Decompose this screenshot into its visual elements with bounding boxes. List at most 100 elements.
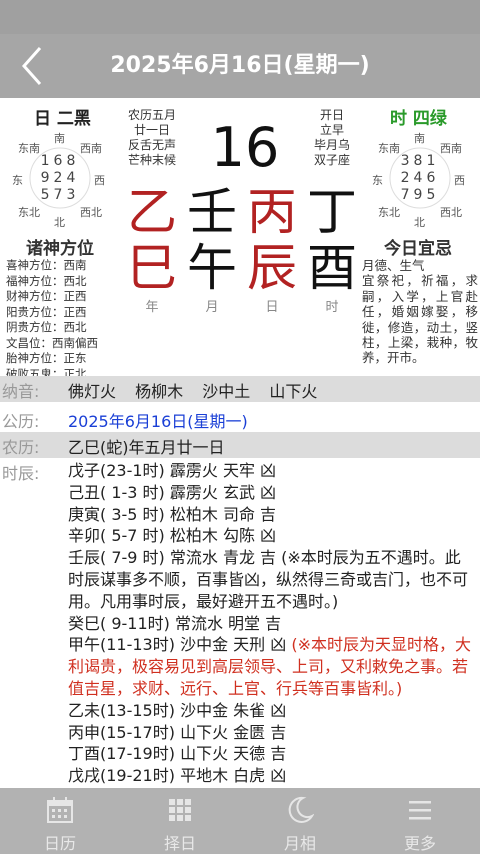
daily-auspicious-title: 今日宜忌	[384, 239, 452, 259]
ganzhi-year-stem: 乙	[127, 183, 177, 241]
calendar-icon	[47, 797, 73, 823]
column-label-month: 月	[205, 300, 219, 315]
shichen-list: 戊子(23-1时) 霹雳火 天牢 凶己丑( 1-3 时) 霹雳火 玄武 凶庚寅(…	[68, 460, 472, 787]
tab-more[interactable]: 更多	[360, 788, 480, 854]
nayin-hour: 山下火	[269, 382, 318, 401]
day-star-label: 日 二黑	[34, 109, 91, 129]
grid-row: 381	[400, 153, 440, 169]
chevron-left-icon	[21, 47, 42, 85]
tab-moon-phase[interactable]: 月相	[240, 788, 360, 854]
nayin-label: 纳音:	[2, 382, 40, 401]
star-grid: 168 924 573	[35, 153, 85, 204]
back-button[interactable]	[14, 44, 54, 88]
day-category: 立早	[319, 123, 344, 137]
grid-icon	[169, 799, 191, 821]
shichen-line: 甲午(11-13时) 沙中金 天刑 凶 (※本时辰为天显时格，大利谒贵，极容易见…	[68, 634, 472, 699]
ganzhi-year-branch: 巳	[127, 239, 177, 297]
shichen-line: 戊戌(19-21时) 平地木 白虎 凶	[68, 765, 472, 787]
gregorian-label: 公历:	[2, 412, 40, 431]
phenology: 反舌无声	[127, 138, 176, 152]
grid-row: 168	[40, 153, 80, 169]
shichen-label: 时辰:	[2, 464, 40, 483]
nayin-values: 佛灯火 杨柳木 沙中土 山下火	[68, 378, 331, 402]
daily-auspicious-text: 月德、生气 宜祭祀，祈福，求嗣，入学，上官赴任，婚姻嫁娶，移徙，修造，动土，竖柱…	[362, 258, 478, 366]
shichen-text: 戊子(23-1时) 霹雳火 天牢 凶	[68, 461, 277, 480]
list-item: 文昌位：西南偏西	[6, 335, 98, 350]
shichen-line: 丙申(15-17时) 山下火 金匮 吉	[68, 722, 472, 744]
nayin-year: 佛灯火	[68, 382, 117, 401]
shichen-text: 丁酉(17-19时) 山下火 天德 吉	[68, 744, 287, 764]
ganzhi-day-branch: 辰	[247, 239, 297, 297]
lunar-row: 农历: 乙巳(蛇)年五月廿一日	[0, 432, 480, 458]
shichen-text: 甲午(11-13时) 沙中金 天刑 凶	[68, 635, 287, 655]
nayin-month: 杨柳木	[135, 382, 184, 401]
shichen-text: 乙未(13-15时) 沙中金 朱雀 凶	[68, 700, 287, 720]
dir-label: 南	[414, 132, 425, 145]
ganzhi-hour-stem: 丁	[307, 183, 357, 241]
dir-label: 南	[54, 132, 65, 145]
shichen-line: 壬辰( 7-9 时) 常流水 青龙 吉 (※本时辰为五不遇时。此时辰谋事多不顺，…	[68, 547, 472, 612]
menu-icon	[409, 801, 431, 820]
dir-label: 北	[54, 216, 65, 229]
list-item: 喜神方位：西南	[6, 258, 87, 272]
page-title: 2025年6月16日(星期一)	[110, 53, 370, 78]
shichen-line: 丁酉(17-19时) 山下火 天德 吉	[68, 743, 472, 765]
column-label-year: 年	[145, 300, 159, 315]
dir-label: 西北	[80, 206, 102, 219]
moon-icon	[288, 796, 314, 823]
dir-label: 西	[94, 174, 105, 187]
dir-label: 东北	[378, 206, 400, 219]
dir-label: 西	[454, 174, 465, 187]
lunar-date: 乙巳(蛇)年五月廿一日	[68, 438, 225, 457]
shichen-line: 己丑( 1-3 时) 霹雳火 玄武 凶	[68, 482, 472, 504]
dir-label: 东	[372, 174, 383, 187]
list-item: 财神方位：正西	[6, 289, 87, 303]
gregorian-row: 公历: 2025年6月16日(星期一)	[0, 406, 480, 432]
tab-date-selection[interactable]: 择日	[120, 788, 240, 854]
almanac-top: 日 二黑 时 四绿 东南 南 西南 东 西 东北 北 西北 168 924 57…	[0, 98, 480, 381]
status-bar	[0, 0, 480, 34]
tab-calendar[interactable]: 日历	[0, 788, 120, 854]
grid-row: 573	[40, 187, 80, 203]
ganzhi-month-stem: 壬	[187, 183, 237, 241]
dir-label: 东北	[18, 206, 40, 219]
shichen-text: 壬辰( 7-9 时) 常流水 青龙 吉	[68, 548, 277, 568]
lunar-mansion: 毕月乌	[313, 138, 350, 152]
day-officer-info: 开日 立早 毕月乌 双子座	[294, 108, 370, 168]
lunar-label: 农历:	[2, 438, 40, 457]
deity-directions-list: 喜神方位：西南 福神方位：西北 财神方位：正西 阳贵方位：正西 阴贵方位：西北 …	[6, 258, 126, 382]
dir-label: 西北	[440, 206, 462, 219]
lunar-month: 农历五月	[127, 108, 176, 122]
star-grid: 381 246 795	[395, 153, 445, 204]
day-flying-star-compass: 东南 南 西南 东 西 东北 北 西北 168 924 573	[10, 128, 110, 229]
solar-term-phase: 芒种末候	[127, 153, 176, 167]
shichen-line: 戊子(23-1时) 霹雳火 天牢 凶	[68, 460, 472, 482]
deity-directions-title: 诸神方位	[26, 239, 94, 259]
grid-row: 246	[400, 170, 440, 186]
nayin-day: 沙中土	[202, 382, 251, 401]
day-officer: 开日	[319, 108, 344, 122]
tab-label: 日历	[43, 834, 76, 853]
shichen-line: 辛卯( 5-7 时) 松柏木 勾陈 凶	[68, 525, 472, 547]
list-item: 胎神方位：正东	[6, 351, 87, 365]
lunar-day: 廿一日	[133, 123, 170, 137]
hour-star-label: 时 四绿	[390, 109, 447, 129]
shichen-text: 庚寅( 3-5 时) 松柏木 司命 吉	[68, 504, 277, 524]
bottom-tab-bar: 日历 择日 月相 更多	[0, 788, 480, 854]
gregorian-date[interactable]: 2025年6月16日(星期一)	[68, 408, 248, 432]
shichen-line: 癸巳( 9-11时) 常流水 明堂 吉	[68, 613, 472, 635]
list-item: 阳贵方位：正西	[6, 304, 87, 319]
shichen-line: 庚寅( 3-5 时) 松柏木 司命 吉	[68, 504, 472, 526]
ganzhi-day-stem: 丙	[247, 183, 297, 241]
nayin-row: 纳音: 佛灯火 杨柳木 沙中土 山下火	[0, 376, 480, 402]
zodiac-sign: 双子座	[313, 153, 350, 167]
lunar-info: 农历五月 廿一日 反舌无声 芒种末候	[114, 108, 190, 168]
column-label-day: 日	[265, 300, 279, 315]
grid-row: 795	[400, 187, 440, 203]
shichen-text: 癸巳( 9-11时) 常流水 明堂 吉	[68, 613, 282, 633]
ganzhi-hour-branch: 酉	[307, 239, 357, 297]
tab-label: 月相	[283, 834, 316, 853]
shichen-text: 辛卯( 5-7 时) 松柏木 勾陈 凶	[68, 526, 277, 546]
shichen-line: 乙未(13-15时) 沙中金 朱雀 凶	[68, 700, 472, 722]
list-item: 阴贵方位：西北	[6, 320, 87, 334]
